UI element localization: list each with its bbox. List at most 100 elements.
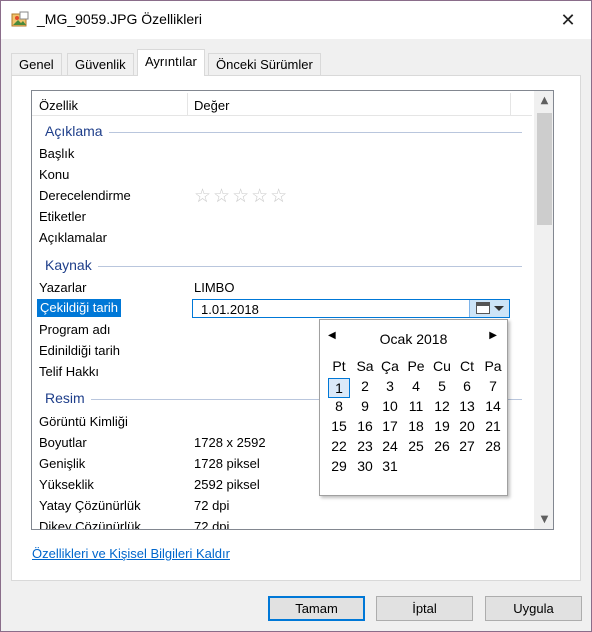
calendar-day[interactable]: 10 xyxy=(377,398,403,414)
calendar-day[interactable]: 19 xyxy=(429,418,455,434)
property-label: Program adı xyxy=(39,322,111,337)
calendar-day[interactable]: 3 xyxy=(377,378,403,394)
property-value[interactable]: 72 dpi xyxy=(194,519,229,529)
calendar-day[interactable]: 18 xyxy=(403,418,429,434)
property-row-tags[interactable]: Etiketler xyxy=(32,206,532,226)
close-button[interactable]: ✕ xyxy=(545,1,591,39)
calendar-day[interactable]: 4 xyxy=(403,378,429,394)
property-label: Başlık xyxy=(39,146,75,161)
calendar-day[interactable]: 21 xyxy=(480,418,506,434)
calendar-day[interactable]: 12 xyxy=(429,398,455,414)
calendar-day[interactable]: 7 xyxy=(480,378,506,394)
property-value[interactable]: LIMBO xyxy=(194,280,234,295)
property-row-subject[interactable]: Konu xyxy=(32,164,532,184)
date-taken-picker[interactable]: 1.01.2018 xyxy=(192,299,510,318)
vertical-scrollbar[interactable]: ▲ ▼ xyxy=(534,91,553,529)
calendar-day[interactable]: 16 xyxy=(352,418,378,434)
property-label: Edinildiği tarih xyxy=(39,343,120,358)
group-title: Kaynak xyxy=(45,257,98,273)
apply-button[interactable]: Uygula xyxy=(485,596,582,621)
group-description: Açıklama xyxy=(32,121,532,141)
calendar-day[interactable]: 20 xyxy=(454,418,480,434)
property-label: Yazarlar xyxy=(39,280,87,295)
tab-general[interactable]: Genel xyxy=(11,53,62,75)
calendar-day[interactable]: 9 xyxy=(352,398,378,414)
calendar-day[interactable]: 24 xyxy=(377,438,403,454)
property-value[interactable]: 1728 x 2592 xyxy=(194,435,266,450)
calendar-day[interactable]: 1 xyxy=(328,378,350,398)
property-label: Telif Hakkı xyxy=(39,364,99,379)
property-value[interactable]: 2592 piksel xyxy=(194,477,260,492)
property-row-authors[interactable]: Yazarlar LIMBO xyxy=(32,277,532,297)
property-label: Görüntü Kimliği xyxy=(39,414,128,429)
calendar-day[interactable]: 25 xyxy=(403,438,429,454)
scroll-up-icon[interactable]: ▲ xyxy=(535,91,553,110)
calendar-day[interactable]: 13 xyxy=(454,398,480,414)
calendar-dropdown-button[interactable] xyxy=(469,300,509,317)
calendar-day[interactable]: 5 xyxy=(429,378,455,394)
properties-dialog: _MG_9059.JPG Özellikleri ✕ Genel Güvenli… xyxy=(0,0,592,632)
calendar-day[interactable]: 29 xyxy=(326,458,352,474)
weekday-label: Ct xyxy=(460,358,474,374)
property-label: Boyutlar xyxy=(39,435,87,450)
calendar-day[interactable]: 26 xyxy=(429,438,455,454)
calendar-day[interactable]: 31 xyxy=(377,458,403,474)
calendar-day[interactable]: 23 xyxy=(352,438,378,454)
calendar-day[interactable]: 30 xyxy=(352,458,378,474)
property-row-rating[interactable]: Derecelendirme ☆☆☆☆☆ xyxy=(32,185,532,207)
list-header: Özellik Değer xyxy=(32,91,532,116)
calendar-month-label[interactable]: Ocak 2018 xyxy=(320,331,507,347)
calendar-day[interactable]: 28 xyxy=(480,438,506,454)
remove-properties-link[interactable]: Özellikleri ve Kişisel Bilgileri Kaldır xyxy=(32,546,230,561)
title-bar: _MG_9059.JPG Özellikleri ✕ xyxy=(1,1,591,39)
group-title: Açıklama xyxy=(45,123,109,139)
calendar-day[interactable]: 11 xyxy=(403,398,429,414)
scroll-down-icon[interactable]: ▼ xyxy=(535,510,553,529)
column-separator[interactable] xyxy=(187,93,188,115)
calendar-day[interactable]: 2 xyxy=(352,378,378,394)
property-label: Etiketler xyxy=(39,209,86,224)
rating-stars[interactable]: ☆☆☆☆☆ xyxy=(194,185,289,207)
chevron-down-icon xyxy=(494,306,504,311)
property-row-vertical-resolution[interactable]: Dikey Çözünürlük 72 dpi xyxy=(32,516,532,530)
calendar-day[interactable]: 15 xyxy=(326,418,352,434)
weekday-label: Sa xyxy=(356,358,374,374)
property-label: Yükseklik xyxy=(39,477,94,492)
calendar-day[interactable]: 27 xyxy=(454,438,480,454)
property-row-horizontal-resolution[interactable]: Yatay Çözünürlük 72 dpi xyxy=(32,495,532,515)
group-title: Resim xyxy=(45,390,91,406)
image-file-icon xyxy=(11,11,29,27)
ok-button[interactable]: Tamam xyxy=(268,596,365,621)
property-value[interactable]: 1728 piksel xyxy=(194,456,260,471)
property-label: Açıklamalar xyxy=(39,230,107,245)
calendar-day[interactable]: 6 xyxy=(454,378,480,394)
property-value[interactable]: 72 dpi xyxy=(194,498,229,513)
tab-previous-versions[interactable]: Önceki Sürümler xyxy=(208,53,321,75)
property-row-title[interactable]: Başlık xyxy=(32,143,532,163)
tab-details[interactable]: Ayrıntılar xyxy=(137,49,205,76)
scroll-thumb[interactable] xyxy=(537,113,552,225)
column-separator[interactable] xyxy=(510,93,511,115)
weekday-label: Pt xyxy=(332,358,346,374)
calendar-day[interactable]: 22 xyxy=(326,438,352,454)
column-header-value[interactable]: Değer xyxy=(194,98,229,113)
group-divider xyxy=(45,132,522,133)
next-month-icon[interactable]: ▶ xyxy=(489,330,497,341)
calendar-day[interactable]: 14 xyxy=(480,398,506,414)
calendar-popup: ◀ Ocak 2018 ▶ Pt Sa Ça Pe Cu Ct Pa 1 2 3 4 5 6 7 8 9 10 1… xyxy=(319,319,508,496)
date-taken-value[interactable]: 1.01.2018 xyxy=(201,302,259,317)
cancel-button[interactable]: İptal xyxy=(376,596,473,621)
group-divider xyxy=(45,266,522,267)
tab-security[interactable]: Güvenlik xyxy=(67,53,134,75)
calendar-icon xyxy=(476,302,490,314)
property-label: Dikey Çözünürlük xyxy=(39,519,141,530)
weekday-label: Pe xyxy=(407,358,425,374)
calendar-day[interactable]: 17 xyxy=(377,418,403,434)
property-label: Derecelendirme xyxy=(39,188,131,203)
property-row-comments[interactable]: Açıklamalar xyxy=(32,227,532,247)
calendar-day[interactable]: 8 xyxy=(326,398,352,414)
weekday-label: Ça xyxy=(381,358,399,374)
column-header-property[interactable]: Özellik xyxy=(39,98,78,113)
weekday-label: Cu xyxy=(433,358,451,374)
property-label: Yatay Çözünürlük xyxy=(39,498,141,513)
